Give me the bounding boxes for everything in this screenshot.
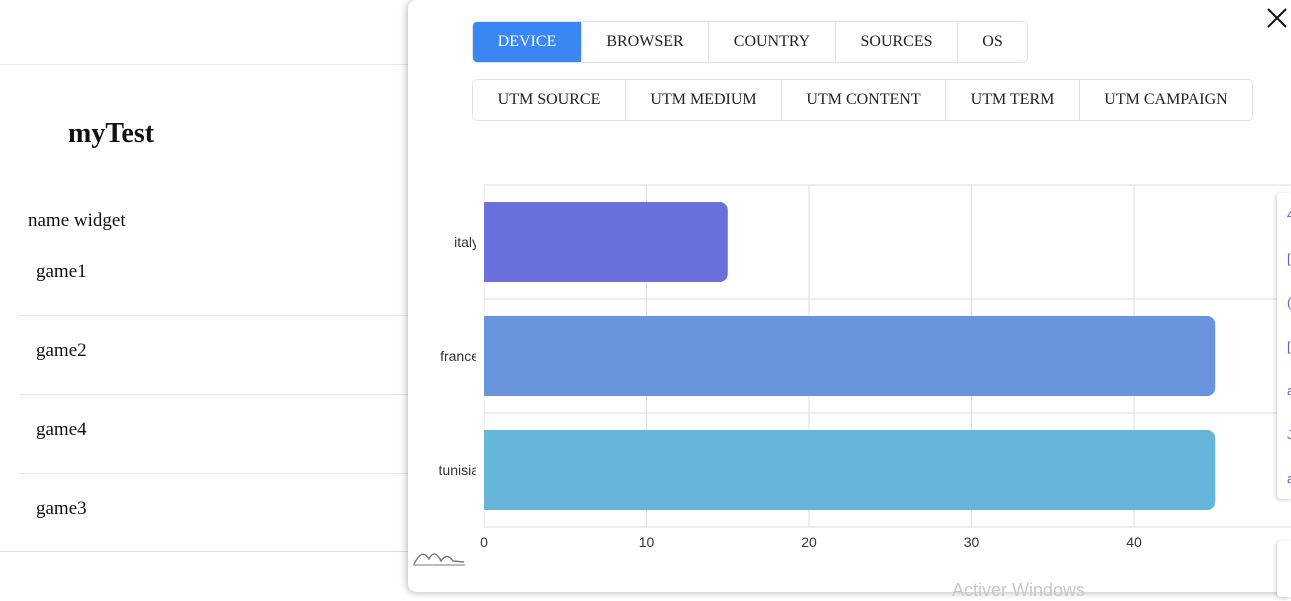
category-label-tunisia: tunisia (439, 462, 480, 478)
category-label-italy: italy (454, 234, 479, 250)
tab-group-dimensions: DEVICE BROWSER COUNTRY SOURCES OS (472, 21, 1028, 63)
tab-group-utm: UTM SOURCE UTM MEDIUM UTM CONTENT UTM TE… (472, 79, 1253, 121)
table-row[interactable]: game3 (20, 474, 440, 552)
side-toolbar-lower[interactable] (1277, 541, 1291, 597)
row-label: game2 (36, 340, 87, 361)
tab-country[interactable]: COUNTRY (709, 22, 836, 62)
table-row[interactable]: game2 (20, 316, 440, 395)
country-bar-chart: italyfrancetunisia0102030405 (439, 184, 1291, 550)
tab-utm-campaign[interactable]: UTM CAMPAIGN (1080, 80, 1252, 120)
tab-sources[interactable]: SOURCES (836, 22, 958, 62)
side-glyph: ( (1287, 295, 1291, 310)
side-glyph: a (1287, 471, 1291, 486)
x-tick-label: 30 (964, 534, 980, 550)
category-label-france: france (440, 348, 479, 364)
bar-italy (478, 202, 728, 282)
side-glyph: 4 (1287, 207, 1291, 222)
tab-utm-term[interactable]: UTM TERM (946, 80, 1080, 120)
tab-utm-content[interactable]: UTM CONTENT (782, 80, 946, 120)
tab-device[interactable]: DEVICE (473, 22, 582, 62)
table-row[interactable]: game1 (20, 237, 440, 316)
windows-activation-watermark: Activer Windows (952, 580, 1086, 600)
side-glyph: J (1287, 427, 1291, 442)
tab-os[interactable]: OS (958, 22, 1027, 62)
x-tick-label: 0 (480, 534, 488, 550)
close-icon[interactable] (1264, 5, 1290, 31)
tab-utm-medium[interactable]: UTM MEDIUM (626, 80, 782, 120)
column-header-name-widget: name widget (28, 210, 126, 231)
bar-france (478, 316, 1216, 396)
side-toolbar[interactable]: 4 [ ( [ a J a (1277, 193, 1291, 499)
chart-wave-icon[interactable] (412, 545, 466, 569)
page-title: myTest (68, 118, 155, 149)
tab-utm-source[interactable]: UTM SOURCE (473, 80, 626, 120)
x-tick-label: 20 (801, 534, 817, 550)
row-label: game4 (36, 419, 87, 440)
x-tick-label: 10 (639, 534, 655, 550)
side-glyph: a (1287, 383, 1291, 398)
side-glyph: [ (1287, 251, 1291, 266)
row-label: game1 (36, 261, 87, 282)
axis-mask (476, 185, 484, 527)
side-glyph: [ (1287, 339, 1291, 354)
bar-tunisia (478, 430, 1216, 510)
x-tick-label: 40 (1126, 534, 1142, 550)
table-bottom-divider (0, 551, 420, 552)
table-row[interactable]: game4 (20, 395, 440, 474)
row-label: game3 (36, 498, 87, 519)
tab-browser[interactable]: BROWSER (582, 22, 709, 62)
